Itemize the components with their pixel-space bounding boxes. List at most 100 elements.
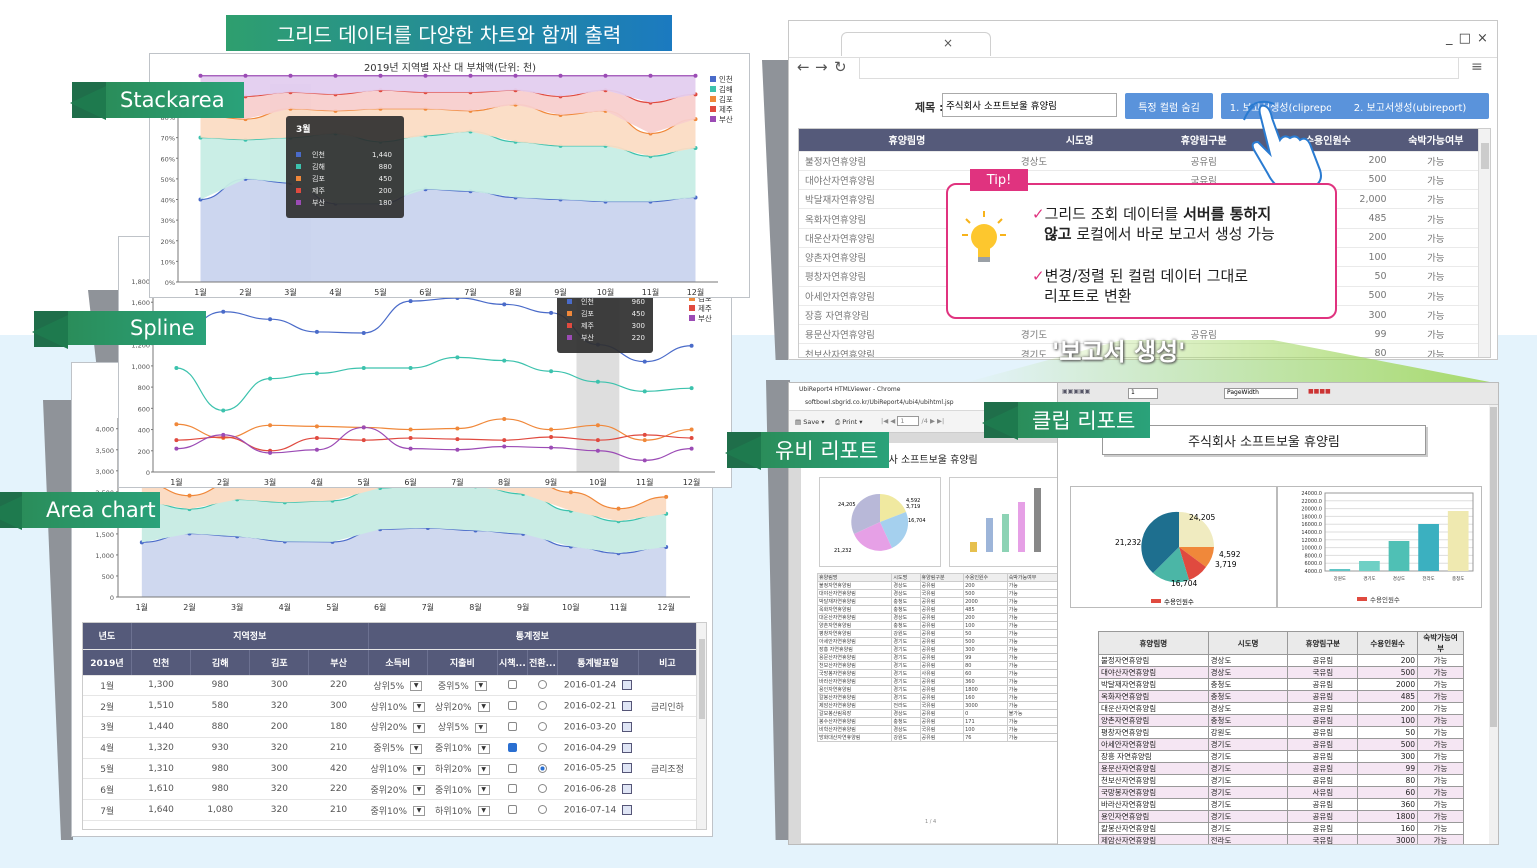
checkbox[interactable]	[507, 763, 517, 773]
reload-icon[interactable]: ↻	[834, 58, 847, 76]
grid-cell[interactable]: 320	[249, 695, 309, 718]
grid-check-cell[interactable]	[497, 758, 528, 780]
grid-header-cell[interactable]: 김포	[249, 649, 310, 676]
chevron-down-icon[interactable]: ▼	[413, 764, 426, 775]
browser-grid-cell[interactable]: 가능	[1392, 170, 1479, 191]
browser-grid-cell[interactable]: 가능	[1392, 189, 1479, 210]
page-nav[interactable]: |◀ ◀ 1 /4 ▶ ▶|	[881, 416, 944, 426]
grid-note-cell[interactable]	[638, 778, 697, 801]
chevron-down-icon[interactable]: ▼	[477, 702, 490, 713]
clip-scrollbar[interactable]	[1489, 405, 1498, 844]
browser-grid-cell[interactable]: 경상도	[1014, 151, 1145, 171]
grid-check-cell[interactable]	[497, 778, 528, 801]
browser-grid-cell[interactable]: 가능	[1392, 324, 1479, 345]
grid-select-cell[interactable]: 상위10% ▼	[368, 758, 428, 780]
table-row[interactable]: 5월 1,310 980 300 420 상위10% ▼ 하위20% ▼ 2016-05-25 금…	[83, 758, 697, 780]
grid-header-cell[interactable]: 부산	[308, 649, 369, 676]
browser-tab[interactable]	[841, 32, 991, 56]
grid-cell[interactable]: 210	[308, 737, 369, 759]
checkbox[interactable]	[507, 721, 517, 731]
grid-select-cell[interactable]: 중위10% ▼	[368, 799, 428, 822]
grid-date-cell[interactable]: 2016-05-25	[557, 758, 639, 780]
chevron-down-icon[interactable]: ▼	[477, 764, 490, 775]
checkbox[interactable]	[507, 701, 517, 711]
chevron-down-icon[interactable]: ▼	[413, 702, 426, 713]
grid-note-cell[interactable]	[638, 737, 697, 759]
address-bar[interactable]	[859, 57, 1459, 79]
grid-date-cell[interactable]: 2016-04-29	[557, 737, 639, 759]
clip-toolbar-icons[interactable]: ▣▣▣▣▣	[1062, 388, 1090, 395]
tab-close-icon[interactable]: ×	[943, 36, 953, 50]
grid-select-cell[interactable]: 중위10% ▼	[427, 737, 498, 759]
browser-grid-cell[interactable]: 가능	[1392, 151, 1479, 171]
grid-date-cell[interactable]: 2016-06-28	[557, 778, 639, 801]
grid-select-cell[interactable]: 중위5% ▼	[427, 675, 498, 697]
grid-select-cell[interactable]: 하위20% ▼	[427, 758, 498, 780]
chevron-down-icon[interactable]: ▼	[477, 806, 490, 817]
grid-cell[interactable]: 200	[249, 716, 309, 738]
browser-grid-cell[interactable]: 천보산자연휴양림	[799, 343, 1015, 357]
grid-radio-cell[interactable]	[527, 675, 558, 697]
browser-grid-cell[interactable]: 가능	[1392, 305, 1479, 326]
grid-cell[interactable]: 1,320	[131, 737, 191, 759]
browser-grid-cell[interactable]: 용문산자연휴양림	[799, 324, 1015, 345]
grid-cell[interactable]: 220	[308, 675, 369, 697]
browser-grid-cell[interactable]: 가능	[1392, 208, 1479, 229]
clip-zoom-select[interactable]: PageWidth	[1224, 388, 1298, 399]
calendar-icon[interactable]	[621, 763, 632, 774]
table-row[interactable]: 7월 1,640 1,080 320 210 중위10% ▼ 하위10% ▼ 2016-07-14	[83, 799, 697, 822]
grid-cell[interactable]: 1,310	[131, 758, 191, 780]
calendar-icon[interactable]	[621, 742, 632, 753]
grid-cell[interactable]: 930	[190, 737, 250, 759]
grid-scrollbar[interactable]	[696, 623, 706, 829]
calendar-icon[interactable]	[621, 804, 632, 815]
grid-select-cell[interactable]: 상위5% ▼	[427, 716, 498, 738]
grid-header-cell[interactable]: 시책...	[497, 649, 528, 676]
calendar-icon[interactable]	[621, 700, 632, 711]
checkbox[interactable]	[507, 742, 517, 752]
grid-cell[interactable]: 980	[190, 758, 250, 780]
grid-radio-cell[interactable]	[527, 778, 558, 801]
chevron-down-icon[interactable]: ▼	[413, 785, 426, 796]
grid-select-cell[interactable]: 상위20% ▼	[368, 716, 428, 738]
grid-cell[interactable]: 1,610	[131, 778, 191, 801]
grid-header-cell[interactable]: 김해	[190, 649, 251, 676]
grid-date-cell[interactable]: 2016-01-24	[557, 675, 639, 697]
save-button[interactable]: ▤ Save ▾	[795, 418, 825, 426]
calendar-icon[interactable]	[621, 680, 632, 691]
chevron-down-icon[interactable]: ▼	[410, 743, 423, 754]
checkbox[interactable]	[507, 680, 517, 690]
grid-cell[interactable]: 320	[249, 737, 309, 759]
grid-check-cell[interactable]	[497, 716, 528, 738]
grid-radio-cell[interactable]	[527, 737, 558, 759]
browser-grid-cell[interactable]: 불정자연휴양림	[799, 151, 1015, 171]
chevron-down-icon[interactable]: ▼	[477, 785, 490, 796]
grid-radio-cell[interactable]	[527, 758, 558, 780]
grid-select-cell[interactable]: 상위20% ▼	[427, 695, 498, 718]
window-controls[interactable]: _ □ ×	[1446, 31, 1489, 46]
grid-header-cell[interactable]: 통계발표일	[557, 649, 639, 676]
grid-cell[interactable]: 320	[249, 778, 309, 801]
grid-cell[interactable]: 180	[308, 716, 369, 738]
grid-header-cell[interactable]: 비고	[638, 649, 698, 676]
grid-date-cell[interactable]: 2016-02-21	[557, 695, 639, 718]
chevron-down-icon[interactable]: ▼	[477, 743, 490, 754]
grid-radio-cell[interactable]	[527, 695, 558, 718]
chevron-down-icon[interactable]: ▼	[413, 722, 426, 733]
grid-cell[interactable]: 1월	[83, 675, 132, 697]
grid-date-cell[interactable]: 2016-03-20	[557, 716, 639, 738]
table-row[interactable]: 1월 1,300 980 300 220 상위5% ▼ 중위5% ▼ 2016-01-24	[83, 675, 697, 697]
chevron-down-icon[interactable]: ▼	[474, 722, 487, 733]
grid-cell[interactable]: 300	[249, 675, 309, 697]
grid-select-cell[interactable]: 중위10% ▼	[427, 778, 498, 801]
chevron-down-icon[interactable]: ▼	[413, 806, 426, 817]
table-row[interactable]: 6월 1,610 980 320 220 중위20% ▼ 중위10% ▼ 2016-06-28	[83, 778, 697, 801]
grid-cell[interactable]: 1,080	[190, 799, 250, 822]
browser-grid-header[interactable]: 숙박가능여부	[1392, 129, 1479, 152]
grid-cell[interactable]: 980	[190, 675, 250, 697]
ubireport-button[interactable]: 2. 보고서생성(ubireport)	[1331, 93, 1489, 119]
grid-cell[interactable]: 320	[249, 799, 309, 822]
grid-cell[interactable]: 7월	[83, 799, 132, 822]
grid-select-cell[interactable]: 하위10% ▼	[427, 799, 498, 822]
browser-grid-cell[interactable]: 가능	[1392, 247, 1479, 268]
